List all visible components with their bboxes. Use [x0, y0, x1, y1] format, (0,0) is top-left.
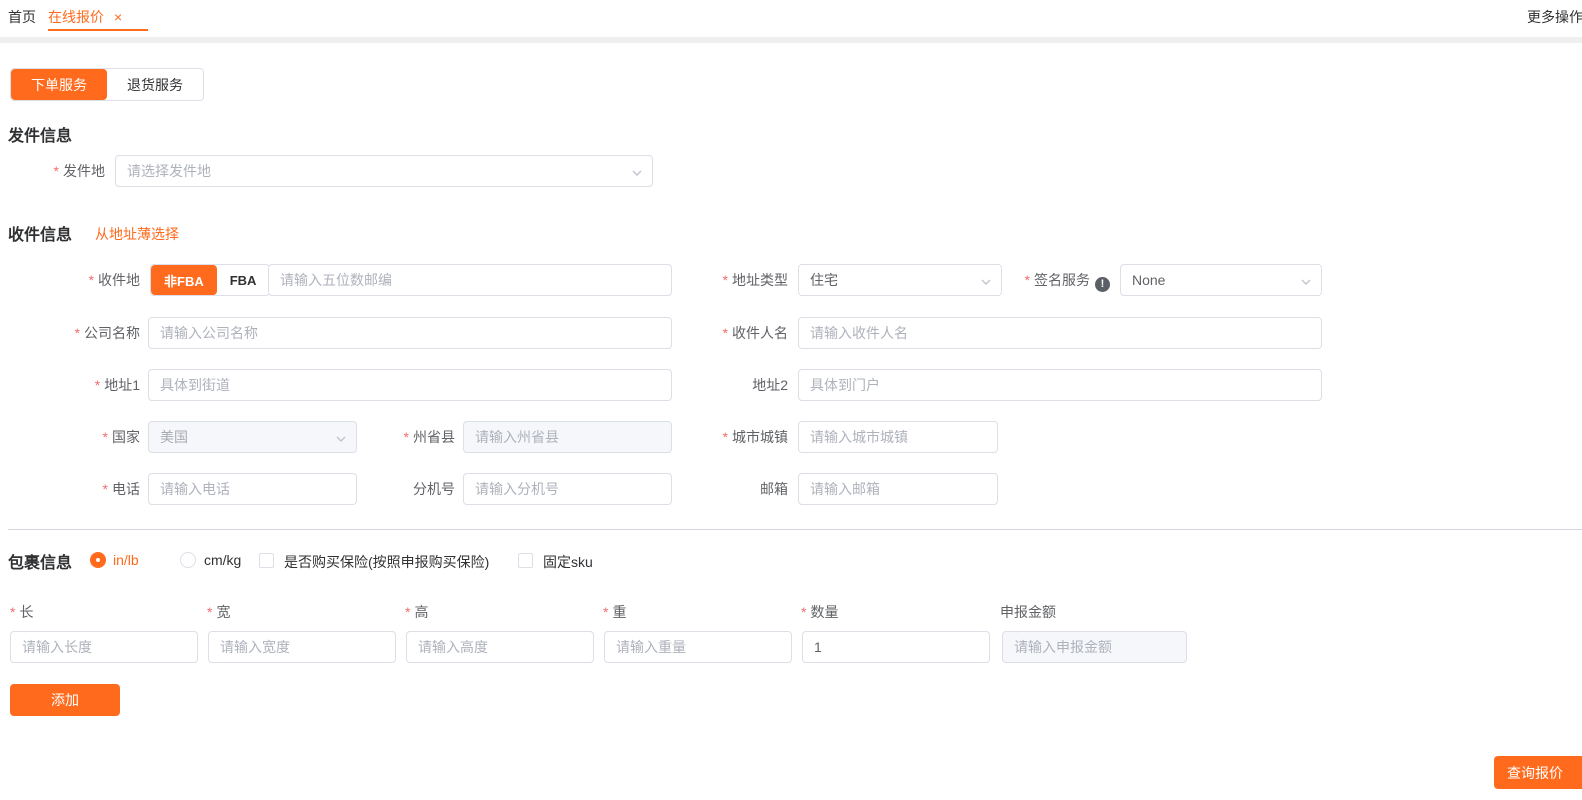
query-quote-button[interactable]: 查询报价 [1494, 756, 1582, 789]
signature-service-label: *签名服务! [960, 264, 1110, 296]
recipient-section-title: 收件信息 [8, 221, 72, 245]
address-type-label: *地址类型 [640, 264, 788, 296]
tab-home[interactable]: 首页 [8, 7, 36, 27]
quantity-label: *数量 [801, 602, 838, 622]
address1-label: *地址1 [0, 369, 140, 401]
origin-select-placeholder: 请选择发件地 [127, 161, 624, 181]
insurance-label[interactable]: 是否购买保险(按照申报购买保险) [284, 552, 489, 572]
required-mark: * [95, 377, 100, 393]
fixed-sku-checkbox[interactable] [518, 553, 533, 568]
origin-label: *发件地 [0, 155, 105, 187]
tab-online-quote[interactable]: 在线报价 × [48, 7, 122, 27]
order-service-button[interactable]: 下单服务 [11, 69, 107, 100]
unit-inlb-label[interactable]: in/lb [113, 552, 139, 568]
unit-inlb-radio[interactable] [90, 552, 106, 568]
close-icon[interactable]: × [114, 9, 122, 25]
height-input[interactable] [406, 631, 594, 663]
company-label: *公司名称 [0, 317, 140, 349]
quantity-input[interactable] [802, 631, 990, 663]
extension-label: 分机号 [355, 473, 455, 505]
more-actions-link[interactable]: 更多操作 [1527, 7, 1582, 27]
email-input[interactable] [798, 473, 998, 505]
add-package-button[interactable]: 添加 [10, 684, 120, 716]
declared-amount-input[interactable] [1002, 631, 1187, 663]
tabbar-divider [0, 37, 1582, 43]
return-service-button[interactable]: 退货服务 [107, 69, 203, 100]
phone-input[interactable] [148, 473, 357, 505]
width-input[interactable] [208, 631, 396, 663]
tab-online-quote-label: 在线报价 [48, 9, 104, 25]
signature-service-value: None [1132, 272, 1293, 288]
height-label: *高 [405, 602, 428, 622]
address2-label: 地址2 [640, 369, 788, 401]
weight-input[interactable] [604, 631, 792, 663]
fba-toggle: 非FBA FBA [150, 264, 270, 296]
required-mark: * [723, 325, 728, 341]
email-label: 邮箱 [640, 473, 788, 505]
required-mark: * [103, 429, 108, 445]
required-mark: * [10, 604, 15, 620]
address2-input[interactable] [798, 369, 1322, 401]
weight-label: *重 [603, 602, 626, 622]
required-mark: * [723, 272, 728, 288]
required-mark: * [405, 604, 410, 620]
length-label: *长 [10, 602, 33, 622]
company-input[interactable] [148, 317, 672, 349]
required-mark: * [603, 604, 608, 620]
required-mark: * [75, 325, 80, 341]
address1-input[interactable] [148, 369, 672, 401]
chevron-down-icon [1300, 275, 1312, 291]
address-type-value: 住宅 [810, 270, 973, 290]
declared-amount-label: 申报金额 [1000, 602, 1056, 622]
required-mark: * [89, 272, 94, 288]
address-book-link[interactable]: 从地址薄选择 [95, 224, 179, 244]
country-value: 美国 [160, 427, 328, 447]
required-mark: * [54, 163, 59, 179]
city-input[interactable] [798, 421, 998, 453]
online-quote-page: 首页 在线报价 × 更多操作 下单服务 退货服务 发件信息 *发件地 请选择发件地… [0, 0, 1582, 800]
insurance-checkbox[interactable] [259, 553, 274, 568]
non-fba-button[interactable]: 非FBA [151, 265, 217, 295]
required-mark: * [723, 429, 728, 445]
length-input[interactable] [10, 631, 198, 663]
recipient-name-label: *收件人名 [640, 317, 788, 349]
section-divider [8, 529, 1582, 530]
phone-label: *电话 [0, 473, 140, 505]
info-icon[interactable]: ! [1095, 277, 1110, 292]
required-mark: * [207, 604, 212, 620]
required-mark: * [103, 481, 108, 497]
country-label: *国家 [0, 421, 140, 453]
signature-service-select[interactable]: None [1120, 264, 1322, 296]
zip-code-input[interactable] [268, 264, 672, 296]
state-label: *州省县 [355, 421, 455, 453]
required-mark: * [404, 429, 409, 445]
chevron-down-icon [335, 432, 347, 448]
required-mark: * [801, 604, 806, 620]
country-select[interactable]: 美国 [148, 421, 357, 453]
city-label: *城市城镇 [640, 421, 788, 453]
fixed-sku-label[interactable]: 固定sku [543, 552, 593, 572]
unit-cmkg-radio[interactable] [180, 552, 196, 568]
width-label: *宽 [207, 602, 230, 622]
sender-section-title: 发件信息 [8, 122, 72, 146]
unit-cmkg-label[interactable]: cm/kg [204, 552, 241, 568]
service-type-toggle: 下单服务 退货服务 [10, 68, 204, 101]
required-mark: * [1025, 272, 1030, 288]
chevron-down-icon [631, 166, 643, 182]
origin-select[interactable]: 请选择发件地 [115, 155, 653, 187]
package-section-title: 包裹信息 [8, 549, 72, 573]
destination-label: *收件地 [0, 264, 140, 296]
fba-button[interactable]: FBA [217, 265, 270, 295]
active-tab-underline [48, 29, 148, 31]
recipient-name-input[interactable] [798, 317, 1322, 349]
